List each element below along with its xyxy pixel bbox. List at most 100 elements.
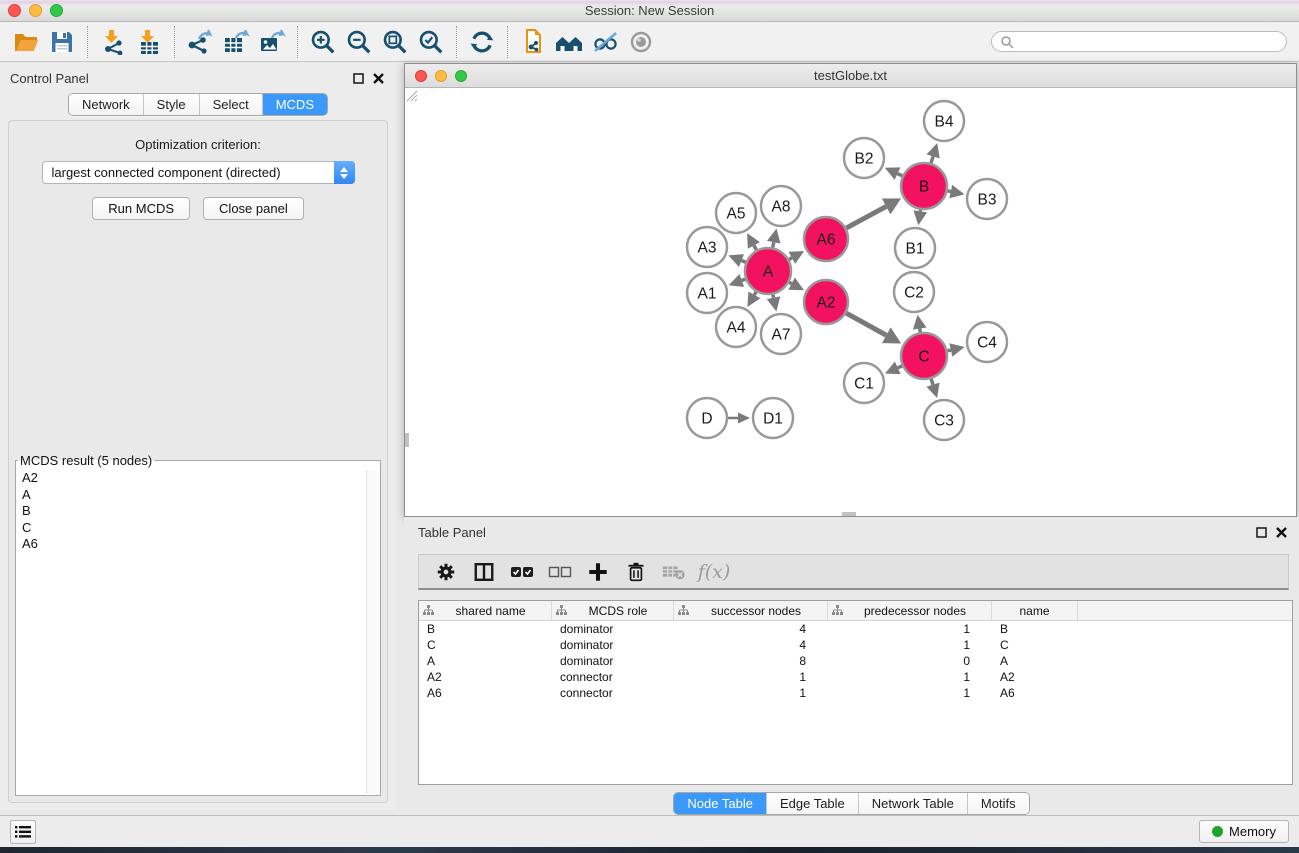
edge-A-A1[interactable] [742, 279, 746, 280]
vertical-scrollbar-handle[interactable] [405, 433, 409, 447]
tab-style[interactable]: Style [143, 94, 199, 115]
table-row[interactable]: Cdominator41C [419, 637, 1292, 653]
graph-node-D1[interactable]: D1 [753, 398, 793, 438]
mcds-result-item[interactable]: B [17, 503, 366, 520]
edge-C-C4[interactable] [947, 350, 950, 351]
run-mcds-button[interactable]: Run MCDS [92, 197, 190, 220]
graph-node-B4[interactable]: B4 [924, 101, 964, 141]
show-all-columns-button[interactable] [505, 557, 539, 587]
export-network-button[interactable] [182, 25, 218, 59]
new-network-from-selection-button[interactable] [515, 25, 551, 59]
show-task-history-button[interactable] [10, 820, 36, 844]
float-panel-icon[interactable] [353, 73, 364, 84]
table-tab-node-table[interactable]: Node Table [674, 793, 766, 814]
network-zoom-button[interactable] [455, 70, 467, 82]
delete-columns-button[interactable] [619, 557, 653, 587]
graph-node-C1[interactable]: C1 [844, 363, 884, 403]
graph-node-C3[interactable]: C3 [924, 400, 964, 440]
save-session-button[interactable] [44, 25, 80, 59]
graph-node-B3[interactable]: B3 [967, 179, 1007, 219]
graph-node-A2[interactable]: A2 [804, 280, 848, 324]
show-hidden-button[interactable] [623, 25, 659, 59]
graph-node-A5[interactable]: A5 [716, 193, 756, 233]
table-row[interactable]: Adominator80A [419, 653, 1292, 669]
edge-C-C1[interactable] [898, 366, 902, 368]
edge-A-A7[interactable] [773, 295, 774, 298]
table-row[interactable]: Bdominator41B [419, 621, 1292, 637]
refresh-button[interactable] [464, 25, 500, 59]
table-tab-network-table[interactable]: Network Table [858, 793, 967, 814]
mcds-result-list[interactable]: A2ABCA6 [17, 470, 366, 794]
edge-A-A3[interactable] [741, 261, 745, 263]
zoom-fit-button[interactable] [377, 25, 413, 59]
column-header-successor-nodes[interactable]: successor nodes [674, 601, 828, 620]
graph-node-B1[interactable]: B1 [895, 228, 935, 268]
edge-A2-C[interactable] [846, 313, 886, 335]
result-scrollbar[interactable] [366, 470, 379, 794]
network-close-button[interactable] [415, 70, 427, 82]
edge-B-B2[interactable] [898, 174, 903, 176]
edge-A-A5[interactable] [754, 245, 757, 250]
memory-button[interactable]: Memory [1199, 820, 1289, 843]
tab-network[interactable]: Network [69, 94, 143, 115]
close-window-button[interactable] [8, 4, 21, 17]
edge-B-B3[interactable] [948, 191, 951, 192]
graph-node-A4[interactable]: A4 [716, 307, 756, 347]
mcds-result-item[interactable]: A [17, 487, 366, 504]
graph-node-A6[interactable]: A6 [804, 217, 848, 261]
zoom-in-button[interactable] [305, 25, 341, 59]
edge-C-C2[interactable] [920, 329, 921, 333]
export-table-button[interactable] [218, 25, 254, 59]
hide-all-columns-button[interactable] [543, 557, 577, 587]
graph-node-C[interactable]: C [901, 333, 947, 379]
graph-node-A[interactable]: A [745, 248, 791, 294]
export-image-button[interactable] [254, 25, 290, 59]
network-canvas[interactable]: B4B2BB3A8A5A6A3B1AA1C2A2A4A7C4CC1DD1C3 [405, 89, 1296, 516]
delete-table-button[interactable] [657, 557, 691, 587]
edge-B-B4[interactable] [931, 156, 933, 163]
horizontal-scrollbar-handle[interactable] [842, 512, 856, 516]
mcds-result-item[interactable]: A6 [17, 536, 366, 553]
table-tab-motifs[interactable]: Motifs [967, 793, 1029, 814]
zoom-window-button[interactable] [50, 4, 63, 17]
graph-node-A1[interactable]: A1 [687, 273, 727, 313]
import-network-button[interactable] [95, 25, 131, 59]
resize-grip-icon[interactable] [405, 89, 418, 102]
mcds-result-item[interactable]: C [17, 520, 366, 537]
graph-node-C4[interactable]: C4 [967, 322, 1007, 362]
minimize-window-button[interactable] [29, 4, 42, 17]
float-panel-icon[interactable] [1256, 527, 1267, 538]
network-minimize-button[interactable] [435, 70, 447, 82]
add-column-button[interactable] [581, 557, 615, 587]
close-panel-icon[interactable] [373, 73, 384, 84]
graph-node-D[interactable]: D [687, 398, 727, 438]
graph-node-B2[interactable]: B2 [844, 138, 884, 178]
edge-A-A4[interactable] [754, 292, 756, 295]
hide-selected-button[interactable] [587, 25, 623, 59]
zoom-out-button[interactable] [341, 25, 377, 59]
open-session-button[interactable] [8, 25, 44, 59]
import-table-button[interactable] [131, 25, 167, 59]
edge-A6-B[interactable] [846, 206, 886, 228]
search-input[interactable] [991, 31, 1287, 52]
function-builder-button[interactable]: f(x) [695, 557, 729, 587]
table-row[interactable]: A6connector11A6 [419, 685, 1292, 701]
close-panel-icon[interactable] [1276, 527, 1287, 538]
column-header-shared-name[interactable]: shared name [419, 601, 552, 620]
graph-node-B[interactable]: B [901, 163, 947, 209]
graph-node-A7[interactable]: A7 [761, 314, 801, 354]
table-tab-edge-table[interactable]: Edge Table [766, 793, 858, 814]
table-settings-button[interactable] [429, 557, 463, 587]
network-window-titlebar[interactable]: testGlobe.txt [405, 64, 1296, 88]
tab-mcds[interactable]: MCDS [262, 94, 327, 115]
column-header-predecessor-nodes[interactable]: predecessor nodes [828, 601, 992, 620]
criterion-dropdown[interactable]: largest connected component (directed) [42, 161, 355, 184]
zoom-selected-button[interactable] [413, 25, 449, 59]
column-header-name[interactable]: name [992, 601, 1078, 620]
edge-A-A2[interactable] [789, 282, 791, 283]
first-neighbors-button[interactable] [551, 25, 587, 59]
edge-A-A6[interactable] [789, 258, 792, 260]
graph-node-A8[interactable]: A8 [761, 186, 801, 226]
mcds-result-item[interactable]: A2 [17, 470, 366, 487]
split-panel-button[interactable] [467, 557, 501, 587]
